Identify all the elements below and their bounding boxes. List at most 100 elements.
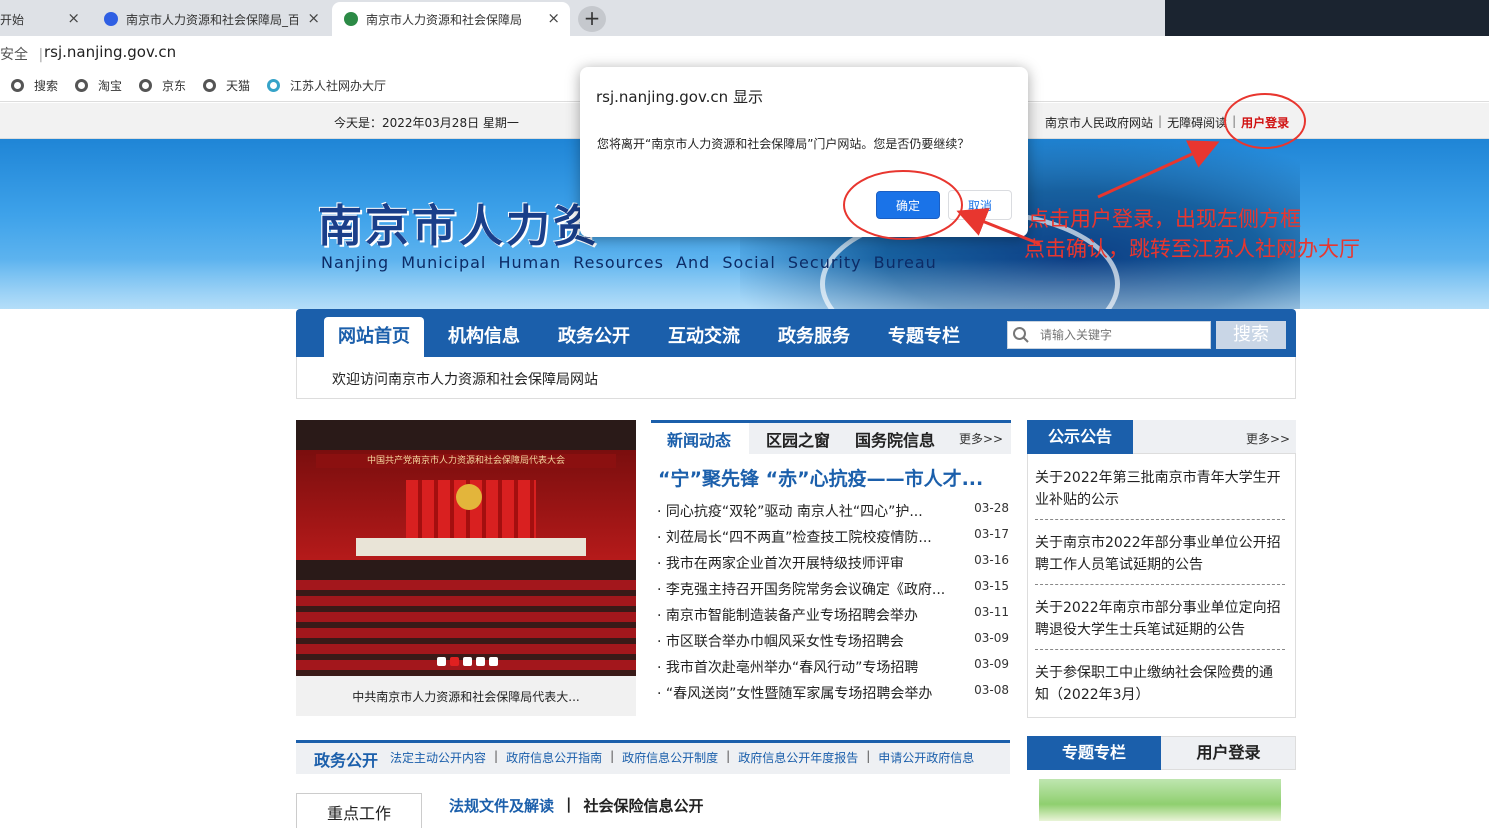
gov-open-title[interactable]: 政务公开 xyxy=(314,747,378,771)
news-date: 03-09 xyxy=(974,657,1009,671)
search-input[interactable] xyxy=(1040,322,1208,348)
news-more-link[interactable]: 更多>> xyxy=(959,430,1003,447)
list-item[interactable]: · 刘莅局长“四不两直”检查技工院校疫情防... 03-17 xyxy=(657,527,1009,549)
carousel-dot[interactable] xyxy=(437,657,446,666)
search-button[interactable]: 搜索 xyxy=(1216,321,1286,349)
list-item[interactable]: · “春风送岗”女性暨随军家属专场招聘会举办 03-08 xyxy=(657,683,1009,705)
address-bar[interactable] xyxy=(0,36,1489,70)
bookmark-label: 搜索 xyxy=(34,79,59,93)
list-item[interactable]: · 李克强主持召开国务院常务会议确定《政府... 03-15 xyxy=(657,579,1009,601)
bookmark-taobao[interactable]: 淘宝 xyxy=(75,77,122,94)
news-date: 03-11 xyxy=(974,605,1009,619)
welcome-text: 欢迎访问南京市人力资源和社会保障局网站 xyxy=(332,372,598,388)
ok-button[interactable]: 确定 xyxy=(876,191,940,219)
news-date: 03-09 xyxy=(974,631,1009,645)
accessible-reading-link[interactable]: 无障碍阅读 xyxy=(1162,114,1232,131)
tab-notices[interactable]: 公示公告 xyxy=(1027,420,1133,454)
tab-district[interactable]: 区园之窗 xyxy=(766,427,830,451)
tab-title: 南京市人力资源和社会保障局 xyxy=(366,12,523,27)
new-tab-button[interactable]: + xyxy=(578,6,606,32)
tab-news[interactable]: 新闻动态 xyxy=(667,427,731,451)
carousel-dot[interactable] xyxy=(463,657,472,666)
globe-icon xyxy=(75,79,88,92)
tab-close-icon[interactable]: × xyxy=(67,9,80,27)
gov-link[interactable]: 申请公开政府信息 xyxy=(878,749,974,766)
special-column-banner[interactable] xyxy=(1039,779,1281,821)
list-item[interactable]: · 同心抗疫“双轮”驱动 南京人社“四心”护... 03-28 xyxy=(657,501,1009,523)
tab-close-icon[interactable]: × xyxy=(307,9,320,27)
user-login-link[interactable]: 用户登录 xyxy=(1236,114,1294,131)
social-insurance-link[interactable]: 社会保险信息公开 xyxy=(584,795,704,816)
carousel-dot[interactable] xyxy=(476,657,485,666)
browser-tab-baidu[interactable]: 南京市人力资源和社会保障局_百 × xyxy=(92,2,330,36)
law-docs-link[interactable]: 法规文件及解读 xyxy=(449,795,554,816)
gov-link[interactable]: 政府信息公开指南 xyxy=(506,749,602,766)
current-date: 今天是：2022年03月28日 星期一 xyxy=(334,116,519,130)
notice-item[interactable]: 关于2022年南京市部分事业单位定向招聘退役大学生士兵笔试延期的公告 xyxy=(1035,597,1285,650)
nav-services[interactable]: 政务服务 xyxy=(764,317,864,357)
bookmark-jd[interactable]: 京东 xyxy=(139,77,186,94)
news-date: 03-15 xyxy=(974,579,1009,593)
globe-icon xyxy=(11,79,24,92)
bookmark-tmall[interactable]: 天猫 xyxy=(203,77,250,94)
news-date: 03-28 xyxy=(974,501,1009,515)
nav-organization[interactable]: 机构信息 xyxy=(434,317,534,357)
browser-tab-active[interactable]: 南京市人力资源和社会保障局 × xyxy=(332,2,570,36)
tab-key-work[interactable]: 重点工作 xyxy=(296,793,422,828)
news-photo-carousel[interactable]: 中国共产党南京市人力资源和社会保障局代表大会 xyxy=(296,420,636,676)
bookmark-label: 江苏人社网办大厅 xyxy=(290,79,387,93)
notice-item[interactable]: 关于参保职工中止缴纳社会保险费的通知（2022年3月） xyxy=(1035,662,1285,714)
bookmark-search[interactable]: 搜索 xyxy=(11,77,58,94)
photo-caption[interactable]: 中共南京市人力资源和社会保障局代表大... xyxy=(296,688,636,705)
tab-close-icon[interactable]: × xyxy=(547,9,560,27)
nav-home[interactable]: 网站首页 xyxy=(324,317,424,357)
nav-gov-affairs[interactable]: 政务公开 xyxy=(544,317,644,357)
list-item[interactable]: · 我市首次赴亳州举办“春风行动”专场招聘 03-09 xyxy=(657,657,1009,679)
gov-open-links: 法定主动公开内容 | 政府信息公开指南 | 政府信息公开制度 | 政府信息公开年… xyxy=(390,749,974,766)
notice-item[interactable]: 关于2022年第三批南京市青年大学生开业补贴的公示 xyxy=(1035,467,1285,520)
site-name-english: Nanjing Municipal Human Resources And So… xyxy=(321,253,937,272)
dialog-title: rsj.nanjing.gov.cn 显示 xyxy=(596,88,763,106)
tab-state-council[interactable]: 国务院信息 xyxy=(855,427,935,451)
news-title: · 同心抗疫“双轮”驱动 南京人社“四心”护... xyxy=(657,504,923,520)
news-title: · 市区联合举办巾帼风采女性专场招聘会 xyxy=(657,634,904,650)
browser-tab-start[interactable]: 开始 × xyxy=(0,2,90,36)
news-title: · 南京市智能制造装备产业专场招聘会举办 xyxy=(657,608,918,624)
tab-title: 南京市人力资源和社会保障局_百 xyxy=(126,12,298,27)
tab-special-column[interactable]: 专题专栏 xyxy=(1027,736,1161,770)
divider: | xyxy=(494,749,499,763)
divider: | xyxy=(726,749,731,763)
list-item[interactable]: · 市区联合举办巾帼风采女性专场招聘会 03-09 xyxy=(657,631,1009,653)
gov-link[interactable]: 政府信息公开年度报告 xyxy=(738,749,858,766)
podium-table xyxy=(356,538,586,556)
law-links: 法规文件及解读 | 社会保险信息公开 xyxy=(449,795,704,816)
search-icon xyxy=(1013,327,1029,343)
notice-item[interactable]: 关于南京市2022年部分事业单位公开招聘工作人员笔试延期的公告 xyxy=(1035,532,1285,585)
nav-special-topics[interactable]: 专题专栏 xyxy=(874,317,974,357)
carousel-dot-active[interactable] xyxy=(450,657,459,666)
jiangsu-hrss-icon xyxy=(267,79,280,92)
tab-user-login[interactable]: 用户登录 xyxy=(1161,736,1296,770)
list-item[interactable]: · 南京市智能制造装备产业专场招聘会举办 03-11 xyxy=(657,605,1009,627)
news-date: 03-17 xyxy=(974,527,1009,541)
gov-website-link[interactable]: 南京市人民政府网站 xyxy=(1040,114,1158,131)
gov-link[interactable]: 法定主动公开内容 xyxy=(390,749,486,766)
news-headline[interactable]: “宁”聚先锋 “赤”心抗疫——市人才... xyxy=(658,464,1008,491)
gov-link[interactable]: 政府信息公开制度 xyxy=(622,749,718,766)
news-title: · 刘莅局长“四不两直”检查技工院校疫情防... xyxy=(657,530,932,546)
security-indicator[interactable]: 安全 | xyxy=(0,44,43,64)
divider: | xyxy=(866,749,871,763)
nav-interaction[interactable]: 互动交流 xyxy=(654,317,754,357)
bookmark-label: 淘宝 xyxy=(98,79,123,93)
list-item[interactable]: · 我市在两家企业首次开展特级技师评审 03-16 xyxy=(657,553,1009,575)
dialog-message: 您将离开“南京市人力资源和社会保障局”门户网站。您是否仍要继续？ xyxy=(597,137,970,151)
site-name-chinese: 南京市人力资 xyxy=(318,201,600,252)
cancel-button[interactable]: 取消 xyxy=(948,190,1012,220)
bookmark-label: 天猫 xyxy=(226,79,251,93)
news-title: · 我市在两家企业首次开展特级技师评审 xyxy=(657,556,904,572)
carousel-dot[interactable] xyxy=(489,657,498,666)
bookmark-jiangsu-hrss[interactable]: 江苏人社网办大厅 xyxy=(267,77,386,94)
url-text[interactable]: rsj.nanjing.gov.cn xyxy=(44,43,176,61)
tab-title: 开始 xyxy=(0,12,25,27)
notices-more-link[interactable]: 更多>> xyxy=(1246,430,1290,447)
